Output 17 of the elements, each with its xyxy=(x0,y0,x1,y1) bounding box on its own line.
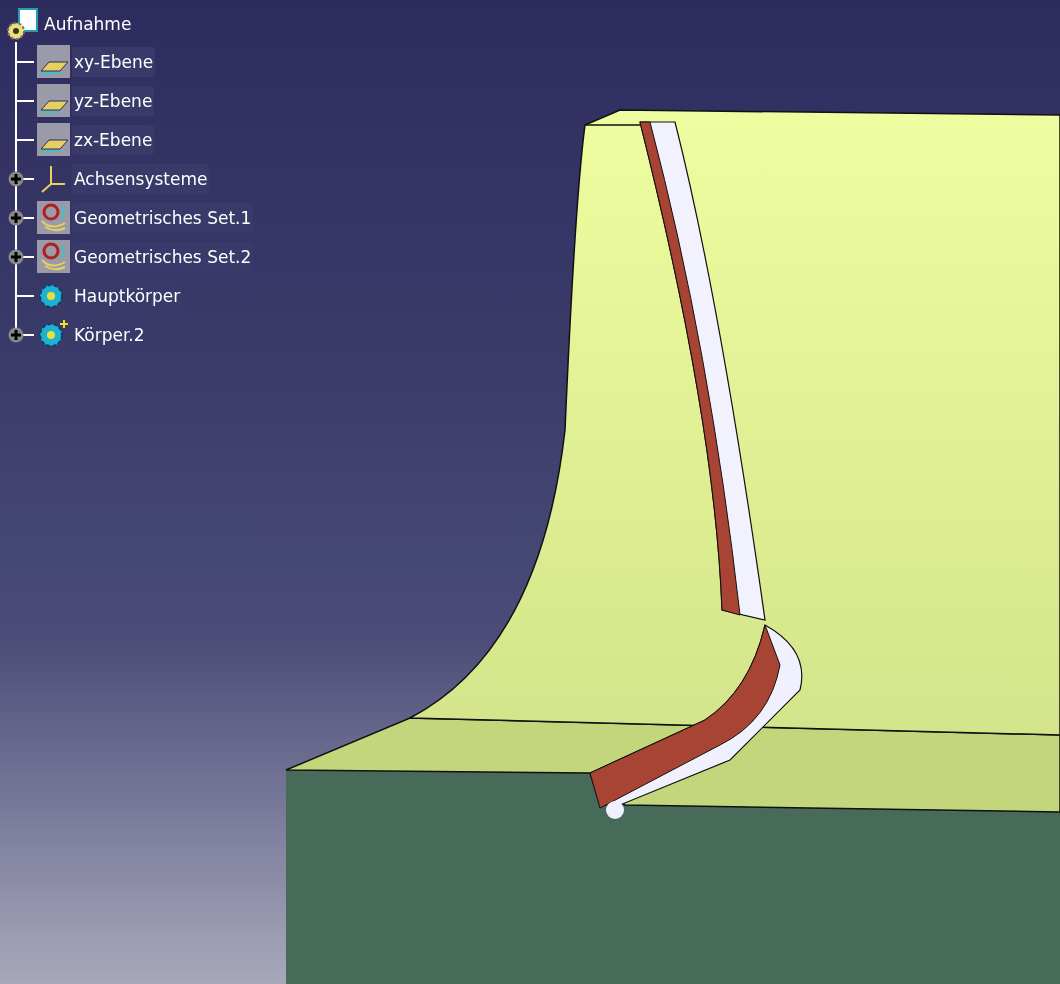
expand-icon[interactable] xyxy=(8,326,24,343)
plane-icon xyxy=(36,45,70,78)
document-gear-icon xyxy=(6,7,40,41)
tree-item[interactable]: zx-Ebene xyxy=(72,124,155,155)
plane-icon xyxy=(36,84,70,117)
tree-item[interactable]: yz-Ebene xyxy=(72,85,155,116)
axis-icon xyxy=(39,163,67,194)
tree-item[interactable]: Geometrisches Set.1 xyxy=(72,202,254,233)
plane-icon xyxy=(36,123,70,156)
geometric-set-icon xyxy=(36,201,70,234)
tree-root-label[interactable]: Aufnahme xyxy=(44,13,132,35)
expand-icon[interactable] xyxy=(8,170,24,187)
expand-icon[interactable] xyxy=(8,248,24,265)
expand-icon[interactable] xyxy=(8,209,24,226)
geometric-set-icon xyxy=(36,240,70,273)
tree-item[interactable]: Achsensysteme xyxy=(72,163,210,194)
tree-item[interactable]: xy-Ebene xyxy=(72,46,156,77)
